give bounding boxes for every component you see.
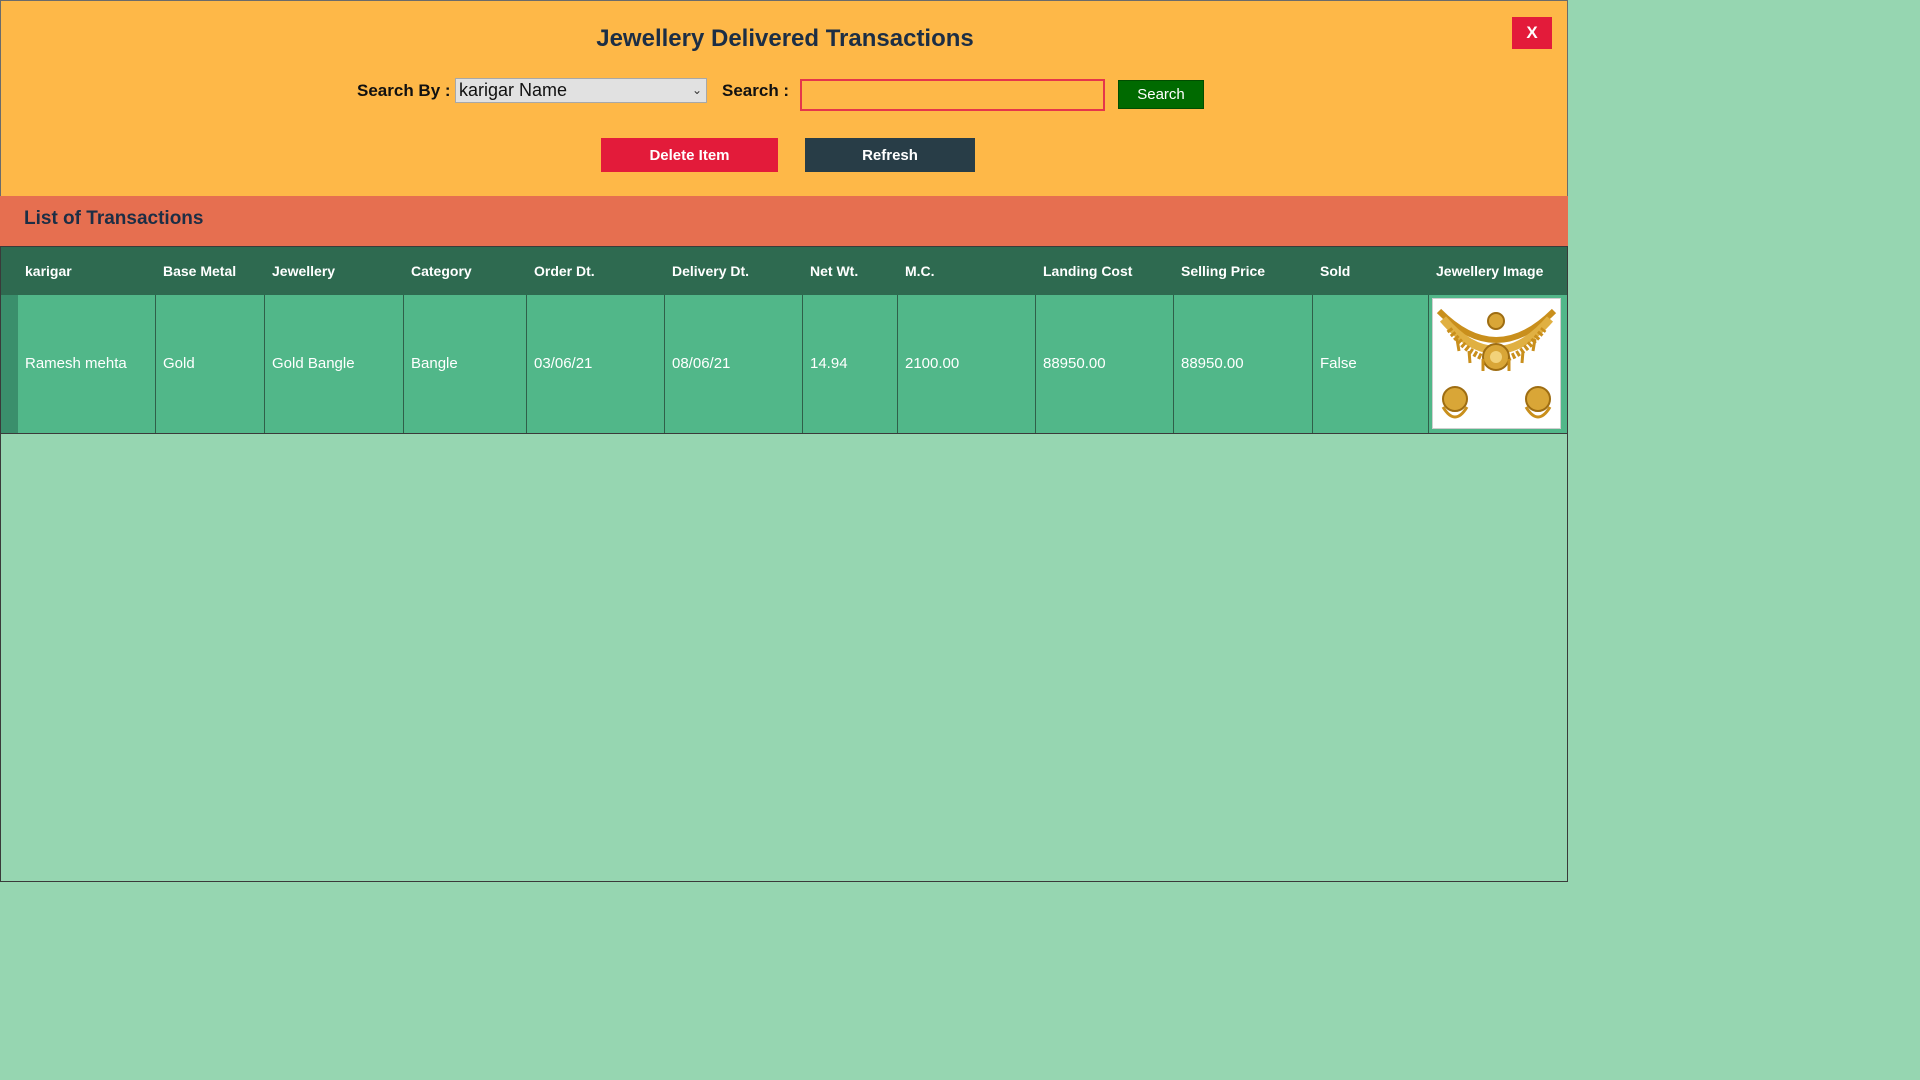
cell-sold[interactable]: False bbox=[1313, 295, 1429, 433]
column-header-delivery-date[interactable]: Delivery Dt. bbox=[665, 247, 803, 295]
table-row[interactable]: Ramesh mehta Gold Gold Bangle Bangle 03/… bbox=[1, 295, 1567, 434]
jewellery-necklace-image bbox=[1432, 298, 1561, 429]
close-button[interactable]: X bbox=[1512, 17, 1552, 49]
search-by-selected-value: karigar Name bbox=[459, 80, 568, 100]
column-header-mc[interactable]: M.C. bbox=[898, 247, 1036, 295]
cell-order-date[interactable]: 03/06/21 bbox=[527, 295, 665, 433]
column-header-net-weight[interactable]: Net Wt. bbox=[803, 247, 898, 295]
cell-landing-cost[interactable]: 88950.00 bbox=[1036, 295, 1174, 433]
cell-mc[interactable]: 2100.00 bbox=[898, 295, 1036, 433]
cell-base-metal[interactable]: Gold bbox=[156, 295, 265, 433]
search-by-select[interactable]: karigar Name ⌄ bbox=[455, 78, 707, 103]
transactions-grid[interactable]: karigar Base Metal Jewellery Category Or… bbox=[0, 246, 1568, 882]
column-header-jewellery[interactable]: Jewellery bbox=[265, 247, 404, 295]
refresh-button[interactable]: Refresh bbox=[805, 138, 975, 172]
search-input[interactable] bbox=[800, 79, 1105, 111]
search-button[interactable]: Search bbox=[1118, 80, 1204, 109]
cell-jewellery[interactable]: Gold Bangle bbox=[265, 295, 404, 433]
cell-delivery-date[interactable]: 08/06/21 bbox=[665, 295, 803, 433]
section-title: List of Transactions bbox=[24, 208, 204, 229]
cell-category[interactable]: Bangle bbox=[404, 295, 527, 433]
header-panel: Jewellery Delivered Transactions X Searc… bbox=[0, 0, 1568, 197]
search-by-label: Search By : bbox=[357, 81, 451, 100]
column-header-karigar[interactable]: karigar bbox=[18, 247, 156, 295]
cell-jewellery-image[interactable] bbox=[1429, 295, 1567, 433]
cell-selling-price[interactable]: 88950.00 bbox=[1174, 295, 1313, 433]
column-header-sold[interactable]: Sold bbox=[1313, 247, 1429, 295]
page-title: Jewellery Delivered Transactions bbox=[596, 25, 974, 52]
column-header-base-metal[interactable]: Base Metal bbox=[156, 247, 265, 295]
cell-net-weight[interactable]: 14.94 bbox=[803, 295, 898, 433]
delete-item-button[interactable]: Delete Item bbox=[601, 138, 778, 172]
column-header-landing-cost[interactable]: Landing Cost bbox=[1036, 247, 1174, 295]
cell-karigar[interactable]: Ramesh mehta bbox=[18, 295, 156, 433]
table-header: karigar Base Metal Jewellery Category Or… bbox=[1, 247, 1567, 295]
column-header-jewellery-image[interactable]: Jewellery Image bbox=[1429, 247, 1567, 295]
section-bar: List of Transactions bbox=[0, 196, 1568, 246]
column-header-category[interactable]: Category bbox=[404, 247, 527, 295]
search-label: Search : bbox=[722, 81, 790, 100]
column-header-selling-price[interactable]: Selling Price bbox=[1174, 247, 1313, 295]
column-header-order-date[interactable]: Order Dt. bbox=[527, 247, 665, 295]
row-selector[interactable] bbox=[1, 295, 18, 433]
necklace-set-icon bbox=[1436, 308, 1557, 419]
chevron-down-icon[interactable]: ⌄ bbox=[692, 79, 702, 102]
